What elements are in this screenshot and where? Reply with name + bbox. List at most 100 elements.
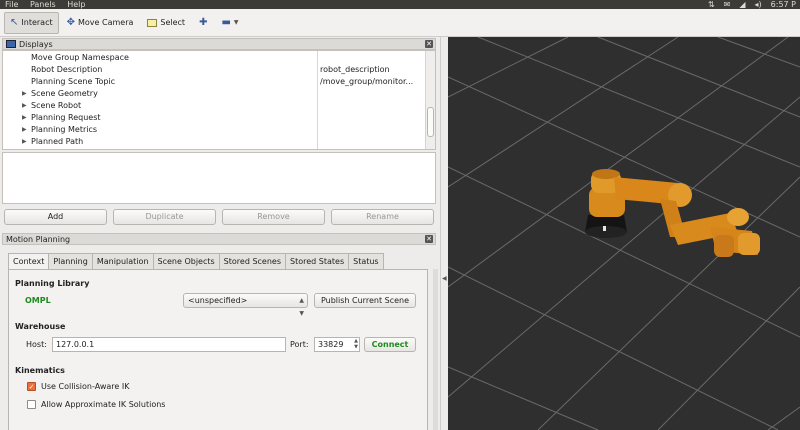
close-icon[interactable]: ✕ <box>425 40 433 48</box>
select-label: Select <box>160 18 186 27</box>
menu-bar: File Panels Help ⇅ ✉ ◢ ◂) 6:57 P <box>0 0 800 9</box>
tab-stored-states[interactable]: Stored States <box>285 253 350 269</box>
expand-arrow-icon[interactable]: ▶ <box>22 88 27 100</box>
envelope-icon[interactable]: ✉ <box>724 0 731 9</box>
row-name: Planning Scene Topic <box>31 77 116 86</box>
plus-icon: ✚ <box>199 17 208 28</box>
scrollbar-thumb[interactable] <box>427 107 434 137</box>
grid-line <box>448 366 599 430</box>
move-camera-button[interactable]: ✥ Move Camera <box>61 12 140 34</box>
monitor-icon <box>6 40 16 48</box>
displays-buttons: Add Duplicate Remove Rename <box>4 209 434 225</box>
kinematics-heading: Kinematics <box>15 366 65 375</box>
render-viewport[interactable] <box>448 37 800 430</box>
toolbar: ↖ Interact ✥ Move Camera Select ✚ ▬ ▼ <box>0 9 800 37</box>
expand-arrow-icon[interactable]: ▶ <box>22 100 27 112</box>
menu-help[interactable]: Help <box>67 0 85 9</box>
row-name: Move Group Namespace <box>31 53 129 62</box>
tree-row[interactable]: ▶ Scene Geometry <box>3 88 427 100</box>
port-value: 33829 <box>318 340 344 349</box>
tree-row[interactable]: ▶ Planning Metrics <box>3 124 427 136</box>
left-pane: Displays ✕ Move Group Namespace Robot De… <box>0 37 440 430</box>
row-value[interactable]: robot_description <box>320 64 428 76</box>
port-spinbox[interactable]: 33829 ▲ ▼ <box>314 337 360 352</box>
tree-row[interactable]: ▶ Planned Path <box>3 136 427 148</box>
row-name: Planning Metrics <box>31 125 98 134</box>
remove-button[interactable]: Remove <box>222 209 325 225</box>
warehouse-heading: Warehouse <box>15 322 66 331</box>
select-button[interactable]: Select <box>141 12 191 34</box>
description-box <box>2 152 436 204</box>
expand-arrow-icon[interactable]: ▶ <box>22 124 27 136</box>
publish-scene-button[interactable]: Publish Current Scene <box>314 293 416 308</box>
row-value[interactable]: /move_group/monitor... <box>320 76 428 88</box>
viewport-scene <box>448 37 800 430</box>
add-button[interactable]: Add <box>4 209 107 225</box>
pane-splitter[interactable]: ◀ <box>440 37 448 430</box>
cursor-icon: ↖ <box>10 17 19 28</box>
displays-tree[interactable]: Move Group Namespace Robot Description r… <box>2 50 436 150</box>
planning-library-heading: Planning Library <box>15 279 90 288</box>
clock[interactable]: 6:57 P <box>771 0 796 9</box>
select-icon <box>147 18 158 27</box>
remove-tool-button[interactable]: ▬ ▼ <box>215 12 244 34</box>
approx-ik-checkbox[interactable] <box>27 400 36 409</box>
row-name: Planned Path <box>31 137 84 146</box>
collapse-arrow-icon[interactable]: ◀ <box>442 275 447 282</box>
displays-title: Displays <box>19 39 53 49</box>
expand-arrow-icon[interactable]: ▶ <box>22 112 27 124</box>
row-name: Robot Description <box>31 65 103 74</box>
panel-scrollbar[interactable] <box>433 269 438 430</box>
approx-ik-label[interactable]: Allow Approximate IK Solutions <box>41 400 165 409</box>
tree-row[interactable]: ▶ Scene Robot <box>3 100 427 112</box>
host-label: Host: <box>26 340 47 349</box>
rename-button[interactable]: Rename <box>331 209 434 225</box>
planner-select[interactable]: <unspecified> ▲ ▼ <box>183 293 308 317</box>
base-led <box>603 226 606 231</box>
swap-arrows-icon[interactable]: ⇅ <box>708 0 715 9</box>
tree-row[interactable]: Planning Scene Topic /move_group/monitor… <box>3 76 427 88</box>
menu-file[interactable]: File <box>5 0 18 9</box>
move-icon: ✥ <box>66 17 75 28</box>
grid-line <box>717 37 800 68</box>
interact-label: Interact <box>21 18 53 27</box>
collision-aware-checkbox[interactable]: ✓ <box>27 382 36 391</box>
chevron-down-icon[interactable]: ▼ <box>234 19 239 26</box>
robot-arm <box>585 169 760 257</box>
expand-arrow-icon[interactable]: ▶ <box>22 136 27 148</box>
displays-header: Displays ✕ <box>2 38 436 50</box>
tree-row[interactable]: Move Group Namespace <box>3 52 427 64</box>
motion-planning-title: Motion Planning <box>6 234 71 244</box>
tab-context[interactable]: Context <box>8 253 50 270</box>
grid-line <box>448 37 569 98</box>
tree-row[interactable]: Robot Description robot_description <box>3 64 427 76</box>
grid-line <box>767 406 800 430</box>
tree-row[interactable]: ▶ Planning Request <box>3 112 427 124</box>
collision-aware-label[interactable]: Use Collision-Aware IK <box>41 382 129 391</box>
planning-library-name: OMPL <box>25 296 51 305</box>
host-input[interactable]: 127.0.0.1 <box>52 337 286 352</box>
tab-planning[interactable]: Planning <box>48 253 93 269</box>
motion-planning-tabs: Context Planning Manipulation Scene Obje… <box>8 253 384 270</box>
grid-line <box>448 266 779 430</box>
context-tab-body: Planning Library OMPL <unspecified> ▲ ▼ P… <box>8 269 428 430</box>
menu-panels[interactable]: Panels <box>30 0 56 9</box>
tree-scrollbar[interactable] <box>425 51 435 149</box>
port-label: Port: <box>290 340 309 349</box>
tab-stored-scenes[interactable]: Stored Scenes <box>218 253 286 269</box>
duplicate-button[interactable]: Duplicate <box>113 209 216 225</box>
move-camera-label: Move Camera <box>78 18 134 27</box>
row-name: Scene Geometry <box>31 89 98 98</box>
end-effector <box>714 235 734 257</box>
spin-arrows-icon[interactable]: ▲ ▼ <box>354 338 358 350</box>
interact-button[interactable]: ↖ Interact <box>4 11 59 34</box>
connect-button[interactable]: Connect <box>364 337 416 352</box>
close-icon[interactable]: ✕ <box>425 235 433 243</box>
tab-manipulation[interactable]: Manipulation <box>91 253 154 269</box>
wrist-joint-2 <box>738 233 760 255</box>
wifi-icon[interactable]: ◢ <box>739 0 745 9</box>
add-tool-button[interactable]: ✚ <box>193 12 213 34</box>
tab-scene-objects[interactable]: Scene Objects <box>152 253 220 269</box>
tab-status[interactable]: Status <box>348 253 384 269</box>
speaker-icon[interactable]: ◂) <box>755 0 762 9</box>
